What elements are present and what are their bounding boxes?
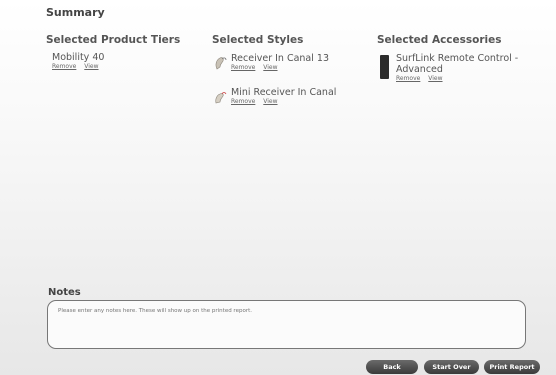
style-name: Mini Receiver In Canal	[231, 87, 337, 98]
style-view-link[interactable]: View	[263, 98, 277, 105]
hearing-aid-ric-icon	[215, 57, 227, 70]
hearing-aid-mini-ric-icon	[215, 92, 227, 104]
tier-view-link[interactable]: View	[84, 63, 98, 70]
accessory-remove-link[interactable]: Remove	[396, 75, 420, 82]
notes-title: Notes	[48, 287, 81, 298]
style-view-link[interactable]: View	[263, 64, 277, 71]
back-button[interactable]: Back	[366, 360, 418, 374]
style-name: Receiver In Canal 13	[231, 53, 330, 64]
accessory-view-link[interactable]: View	[428, 75, 442, 82]
style-remove-link[interactable]: Remove	[231, 98, 255, 105]
tier-name: Mobility 40	[52, 52, 105, 63]
styles-heading: Selected Styles	[212, 34, 304, 46]
remote-control-icon	[380, 55, 389, 79]
print-report-button[interactable]: Print Report	[484, 360, 540, 374]
notes-box	[47, 300, 526, 349]
style-remove-link[interactable]: Remove	[231, 64, 255, 71]
tier-item-mobility-40: Mobility 40 Remove View	[52, 52, 105, 71]
start-over-button[interactable]: Start Over	[424, 360, 479, 374]
accessory-name: SurfLink Remote Control - Advanced	[396, 53, 519, 75]
accessories-heading: Selected Accessories	[377, 34, 502, 46]
tier-remove-link[interactable]: Remove	[52, 63, 76, 70]
tiers-heading: Selected Product Tiers	[46, 34, 181, 46]
notes-input[interactable]	[48, 301, 525, 348]
summary-title: Summary	[46, 6, 105, 19]
